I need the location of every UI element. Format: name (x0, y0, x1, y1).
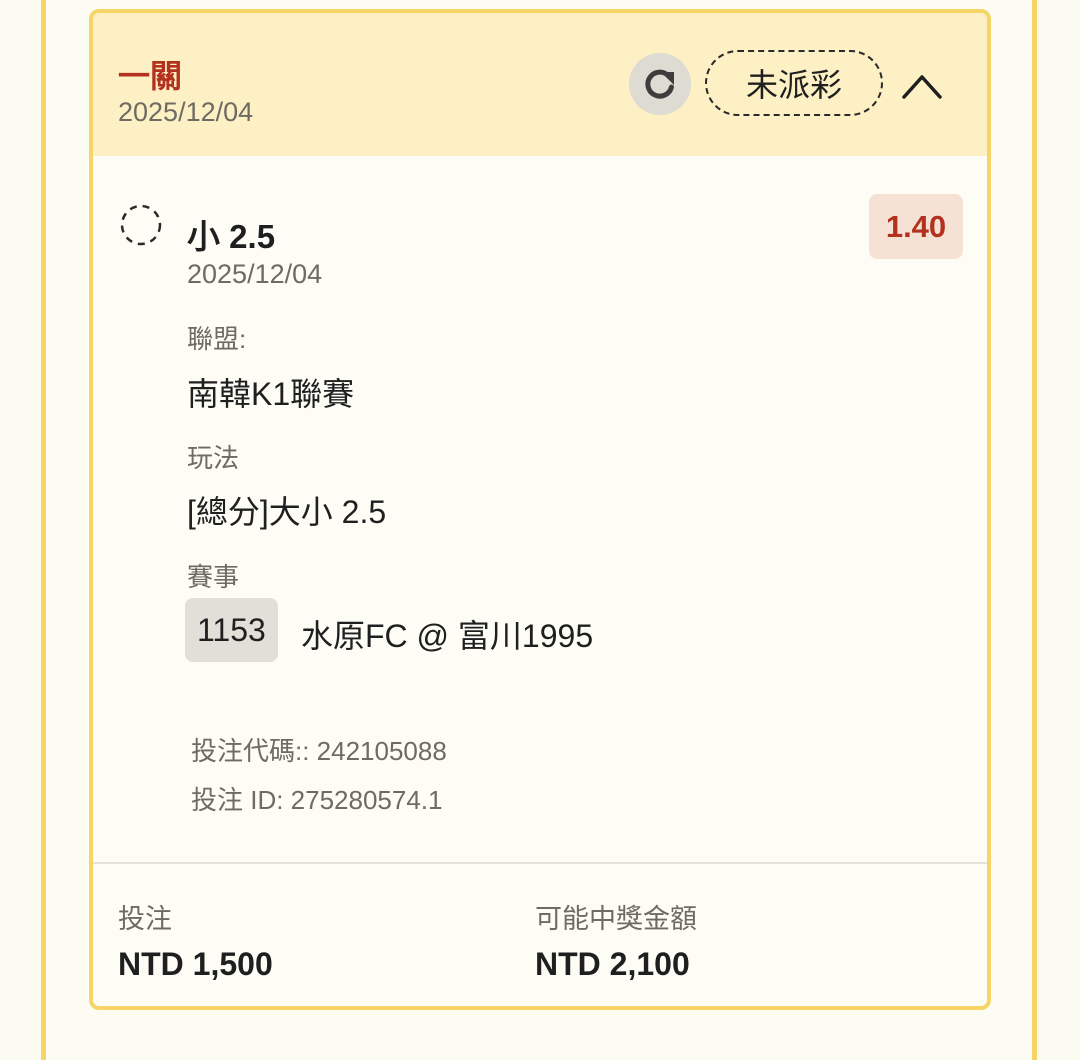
pending-circle-icon (120, 204, 162, 246)
bet-card: 一關 2025/12/04 未派彩 小 2.5 2025/12/04 1.40 … (89, 9, 991, 1010)
refresh-icon (645, 69, 674, 99)
collapse-button[interactable] (899, 65, 945, 105)
event-label: 賽事 (187, 562, 240, 592)
bet-card-header[interactable]: 一關 2025/12/04 未派彩 (93, 13, 987, 156)
chevron-up-icon (902, 75, 942, 99)
bet-id-line: 投注 ID: 275280574.1 (191, 785, 443, 815)
event-code-badge: 1153 (185, 598, 278, 662)
league-label: 聯盟: (187, 324, 247, 354)
payout-label: 可能中獎金額 (535, 904, 697, 934)
selection-name: 小 2.5 (187, 218, 276, 255)
market-value: [總分]大小 2.5 (187, 494, 387, 530)
bet-type-label: 一關 (118, 58, 183, 94)
market-label: 玩法 (187, 443, 240, 473)
status-label: 未派彩 (745, 67, 842, 103)
stake-label: 投注 (118, 904, 172, 934)
refresh-button[interactable] (629, 53, 691, 115)
odds-badge: 1.40 (869, 194, 963, 259)
selection-date: 2025/12/04 (187, 259, 323, 289)
bet-date: 2025/12/04 (118, 97, 254, 127)
payout-value: NTD 2,100 (535, 946, 690, 982)
divider (93, 862, 987, 864)
event-name: 水原FC @ 富川1995 (301, 618, 594, 654)
bet-code-line: 投注代碼:: 242105088 (191, 736, 447, 766)
league-value: 南韓K1聯賽 (187, 376, 355, 412)
status-badge: 未派彩 (705, 50, 883, 116)
stake-value: NTD 1,500 (118, 946, 273, 982)
